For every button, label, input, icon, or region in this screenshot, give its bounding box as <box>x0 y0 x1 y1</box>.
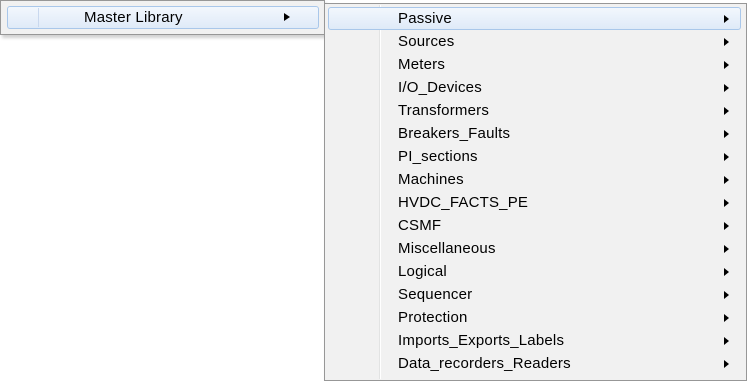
menu-item-label: Meters <box>398 56 446 73</box>
submenu: Passive Sources Meters I/O_Devices Trans… <box>324 3 747 381</box>
menu-item-passive[interactable]: Passive <box>328 7 741 30</box>
menu-item-label: Machines <box>398 171 464 188</box>
menu-item-imports-exports-labels[interactable]: Imports_Exports_Labels <box>328 329 741 352</box>
menu-item-label: Miscellaneous <box>398 240 496 257</box>
menu-item-label: Master Library <box>84 9 183 26</box>
menu-item-label: I/O_Devices <box>398 79 482 96</box>
menu-item-io-devices[interactable]: I/O_Devices <box>328 76 741 99</box>
chevron-right-icon <box>724 245 729 253</box>
menu-item-breakers-faults[interactable]: Breakers_Faults <box>328 122 741 145</box>
chevron-right-icon <box>724 130 729 138</box>
chevron-right-icon <box>724 38 729 46</box>
chevron-right-icon <box>724 291 729 299</box>
context-menu-stage: Master Library Passive Sources Meters I/… <box>0 0 747 381</box>
menu-item-label: Imports_Exports_Labels <box>398 332 565 349</box>
menu-item-machines[interactable]: Machines <box>328 168 741 191</box>
menu-item-protection[interactable]: Protection <box>328 306 741 329</box>
menu-item-label: Protection <box>398 309 468 326</box>
chevron-right-icon <box>724 360 729 368</box>
chevron-right-icon <box>724 107 729 115</box>
menu-item-label: Data_recorders_Readers <box>398 355 571 372</box>
chevron-right-icon <box>724 153 729 161</box>
menu-item-label: Transformers <box>398 102 490 119</box>
menu-gutter-divider <box>38 8 39 27</box>
menu-item-label: Sequencer <box>398 286 473 303</box>
menu-item-label: PI_sections <box>398 148 478 165</box>
menu-item-label: HVDC_FACTS_PE <box>398 194 529 211</box>
chevron-right-icon <box>724 15 729 23</box>
parent-menu: Master Library <box>0 0 325 35</box>
menu-item-csmf[interactable]: CSMF <box>328 214 741 237</box>
menu-item-sources[interactable]: Sources <box>328 30 741 53</box>
menu-item-miscellaneous[interactable]: Miscellaneous <box>328 237 741 260</box>
submenu-list: Passive Sources Meters I/O_Devices Trans… <box>328 7 741 375</box>
menu-item-hvdc-facts-pe[interactable]: HVDC_FACTS_PE <box>328 191 741 214</box>
menu-item-logical[interactable]: Logical <box>328 260 741 283</box>
menu-item-master-library[interactable]: Master Library <box>7 6 319 29</box>
chevron-right-icon <box>724 337 729 345</box>
chevron-right-icon <box>724 222 729 230</box>
chevron-right-icon <box>724 176 729 184</box>
menu-item-data-recorders-readers[interactable]: Data_recorders_Readers <box>328 352 741 375</box>
menu-item-label: CSMF <box>398 217 442 234</box>
chevron-right-icon <box>724 61 729 69</box>
chevron-right-icon <box>724 84 729 92</box>
menu-item-label: Logical <box>398 263 447 280</box>
chevron-right-icon <box>724 268 729 276</box>
menu-item-pi-sections[interactable]: PI_sections <box>328 145 741 168</box>
chevron-right-icon <box>724 314 729 322</box>
menu-item-label: Sources <box>398 33 455 50</box>
menu-item-transformers[interactable]: Transformers <box>328 99 741 122</box>
menu-item-sequencer[interactable]: Sequencer <box>328 283 741 306</box>
menu-item-meters[interactable]: Meters <box>328 53 741 76</box>
chevron-right-icon <box>284 13 290 21</box>
menu-item-label: Passive <box>398 10 452 27</box>
menu-item-label: Breakers_Faults <box>398 125 511 142</box>
chevron-right-icon <box>724 199 729 207</box>
